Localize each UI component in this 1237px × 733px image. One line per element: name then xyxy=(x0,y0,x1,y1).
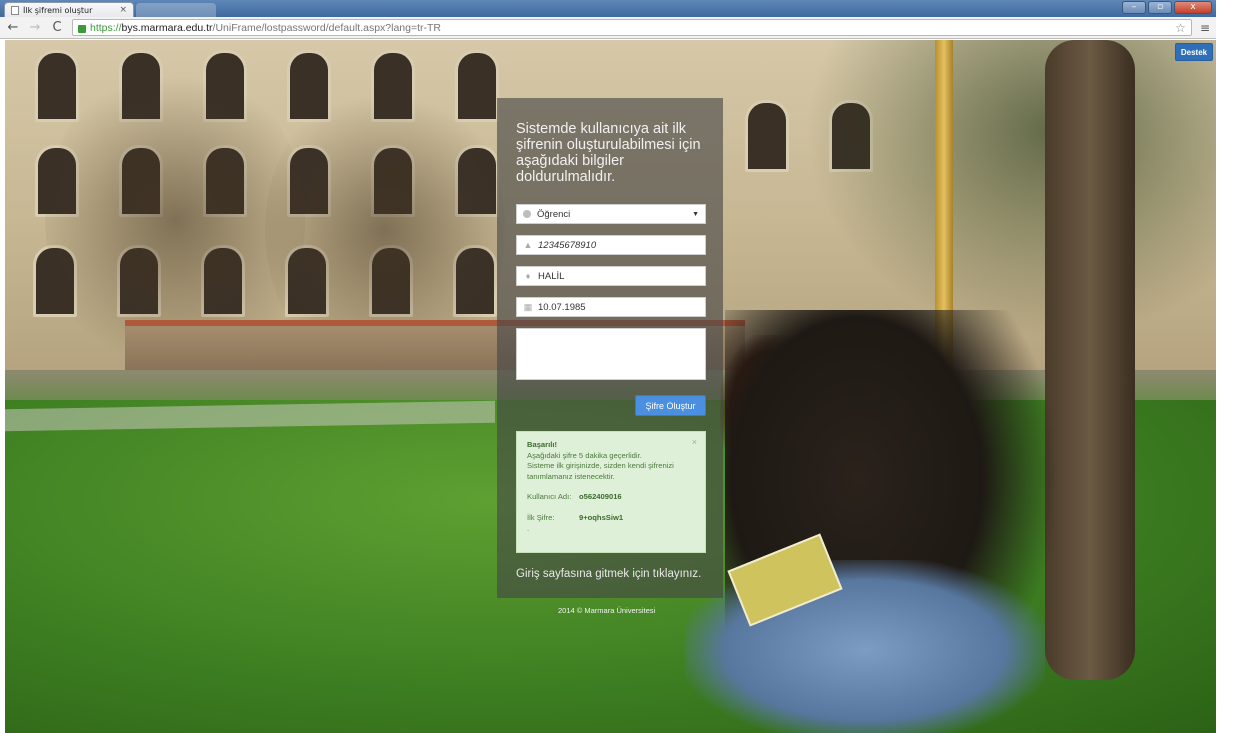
menu-icon[interactable]: ≡ xyxy=(1200,21,1210,35)
page-viewport: Destek Sistemde kullanıcıya ait ilk şifr… xyxy=(5,40,1216,733)
login-page-link[interactable]: Giriş sayfasına gitmek için tıklayınız. xyxy=(516,568,701,580)
browser-tab-active[interactable]: İlk şifremi oluştur × xyxy=(4,2,134,17)
page-favicon-icon xyxy=(11,5,19,15)
calendar-icon: ▦ xyxy=(523,301,533,312)
reload-icon[interactable]: C xyxy=(50,20,64,35)
tab-title: İlk şifremi oluştur xyxy=(23,5,93,15)
browser-toolbar: ← → C https:// bys.marmara.edu.tr /UniFr… xyxy=(0,17,1216,39)
chevron-down-icon: ▼ xyxy=(692,210,699,218)
close-window-button[interactable]: x xyxy=(1174,1,1212,14)
url-path: /UniFrame/lostpassword/default.aspx?lang… xyxy=(212,21,442,34)
maximize-button[interactable]: ▫ xyxy=(1148,1,1172,14)
username-row: Kullanıcı Adı: o562409016 xyxy=(527,492,697,503)
user-type-select[interactable]: Öğrenci ▼ xyxy=(516,204,706,224)
birth-date-input[interactable]: ▦ 10.07.1985 xyxy=(516,297,706,317)
username-label: Kullanıcı Adı: xyxy=(527,492,572,501)
user-icon: ▲ xyxy=(523,240,533,250)
alert-line-2: Sisteme ilk girişinizde, sizden kendi şi… xyxy=(527,461,674,481)
window-controls: – ▫ x xyxy=(1122,1,1212,14)
minimize-button[interactable]: – xyxy=(1122,1,1146,14)
name-value: HALİL xyxy=(538,270,565,282)
password-value: 9+oqhsSiw1 xyxy=(579,512,624,522)
alert-close-icon[interactable]: × xyxy=(692,437,697,448)
url-host: bys.marmara.edu.tr xyxy=(121,21,213,34)
user-type-icon xyxy=(523,210,531,218)
pin-icon: ♦ xyxy=(525,271,531,281)
create-password-button[interactable]: Şifre Oluştur xyxy=(635,395,706,416)
address-bar[interactable]: https:// bys.marmara.edu.tr /UniFrame/lo… xyxy=(72,19,1192,36)
url-scheme: https:// xyxy=(90,21,122,34)
name-input[interactable]: ♦ HALİL xyxy=(516,266,706,286)
support-button[interactable]: Destek xyxy=(1175,43,1213,61)
password-form-panel: Sistemde kullanıcıya ait ilk şifrenin ol… xyxy=(497,98,723,598)
id-number-input[interactable]: ▲ 12345678910 xyxy=(516,235,706,255)
footer-copyright: 2014 © Marmara Üniversitesi xyxy=(558,606,656,615)
background-tree-trunk xyxy=(1045,40,1135,680)
page-right-margin xyxy=(1216,0,1237,733)
tab-close-icon[interactable]: × xyxy=(119,5,127,15)
captcha-box[interactable] xyxy=(516,328,706,380)
password-label: İlk Şifre: xyxy=(527,512,555,522)
back-icon[interactable]: ← xyxy=(6,20,20,35)
lock-icon xyxy=(78,24,86,33)
alert-title: Başarılı! xyxy=(527,440,557,449)
alert-line-1: Aşağıdaki şifre 5 dakika geçerlidir. xyxy=(527,450,642,460)
password-row: İlk Şifre: 9+oqhsSiw1 xyxy=(527,513,697,524)
forward-icon[interactable]: → xyxy=(28,20,42,35)
new-tab-button[interactable] xyxy=(136,3,216,17)
star-icon[interactable]: ☆ xyxy=(1175,21,1186,35)
birth-date-value: 10.07.1985 xyxy=(538,301,586,313)
panel-heading: Sistemde kullanıcıya ait ilk şifrenin ol… xyxy=(516,121,701,185)
alert-trailing-dot: . xyxy=(527,524,530,533)
success-alert: × Başarılı! Aşağıdaki şifre 5 dakika geç… xyxy=(516,431,706,553)
user-type-value: Öğrenci xyxy=(537,208,571,220)
browser-tab-strip: İlk şifremi oluştur × – ▫ x xyxy=(0,0,1216,17)
username-value: o562409016 xyxy=(579,492,622,501)
id-number-value: 12345678910 xyxy=(538,239,597,251)
